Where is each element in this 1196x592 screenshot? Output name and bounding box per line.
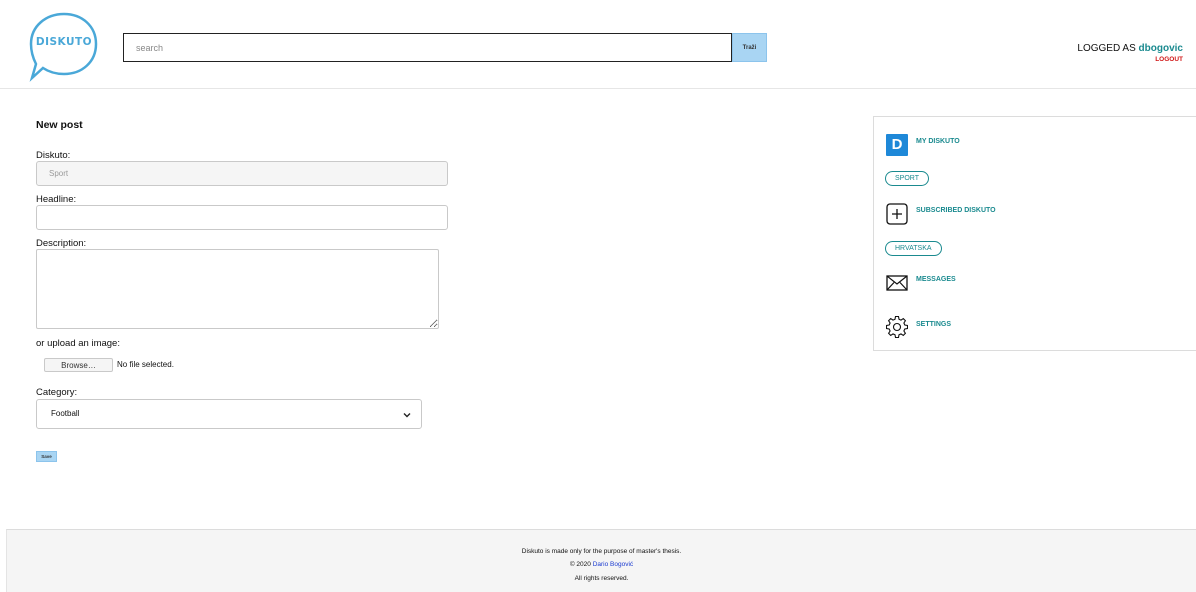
- plus-square-icon: [886, 203, 908, 225]
- sidebar-item-settings[interactable]: SETTINGS: [916, 321, 951, 328]
- footer-copyright-prefix: © 2020: [569, 561, 591, 568]
- upload-label: or upload an image:: [36, 338, 120, 349]
- category-label: Category:: [36, 387, 78, 398]
- sidebar-item-my-diskuto[interactable]: MY DISKUTO: [916, 138, 960, 145]
- description-textarea[interactable]: [36, 249, 439, 329]
- logged-prefix: LOGGED AS: [1077, 43, 1136, 54]
- tag-sport[interactable]: SPORT: [885, 171, 929, 186]
- file-status: No file selected.: [117, 360, 174, 369]
- headline-field[interactable]: [36, 205, 448, 230]
- logout-link[interactable]: LOGOUT: [1155, 56, 1183, 63]
- chevron-down-icon: [403, 413, 411, 418]
- sidebar-item-subscribed[interactable]: SUBSCRIBED DISKUTO: [916, 207, 996, 214]
- gear-icon: [886, 316, 908, 338]
- username[interactable]: dbogovic: [1139, 43, 1183, 54]
- footer: Diskuto is made only for the purpose of …: [6, 529, 1196, 592]
- sidebar: D MY DISKUTO SPORT SUBSCRIBED DISKUTO HR…: [873, 116, 1196, 351]
- logged-as-label: LOGGED AS dbogovic: [1077, 43, 1183, 54]
- category-selected-value: Football: [51, 409, 80, 418]
- footer-thesis-note: Diskuto is made only for the purpose of …: [521, 548, 682, 555]
- search-button[interactable]: Traži: [732, 33, 767, 62]
- diskuto-label: Diskuto:: [36, 150, 71, 161]
- logo-text: DISKUTO: [35, 36, 93, 48]
- footer-rights: All rights reserved.: [574, 575, 629, 582]
- headline-label: Headline:: [36, 194, 77, 205]
- save-button[interactable]: Save: [36, 451, 57, 462]
- footer-author-link[interactable]: Dario Bogović: [593, 561, 633, 568]
- diskuto-logo[interactable]: DISKUTO: [28, 10, 100, 82]
- sidebar-item-messages[interactable]: MESSAGES: [916, 276, 956, 283]
- page-title: New post: [36, 119, 83, 131]
- browse-button[interactable]: Browse…: [44, 358, 113, 372]
- diskuto-field: [36, 161, 448, 186]
- description-label: Description:: [36, 238, 87, 249]
- envelope-icon: [886, 275, 908, 291]
- footer-copyright: © 2020 Dario Bogović: [7, 561, 1196, 568]
- header: DISKUTO Traži LOGGED AS dbogovic LOGOUT: [0, 0, 1196, 89]
- search-input[interactable]: [123, 33, 732, 62]
- tag-hrvatska[interactable]: HRVATSKA: [885, 241, 942, 256]
- d-square-icon: D: [886, 134, 908, 156]
- category-select[interactable]: Football: [36, 399, 422, 429]
